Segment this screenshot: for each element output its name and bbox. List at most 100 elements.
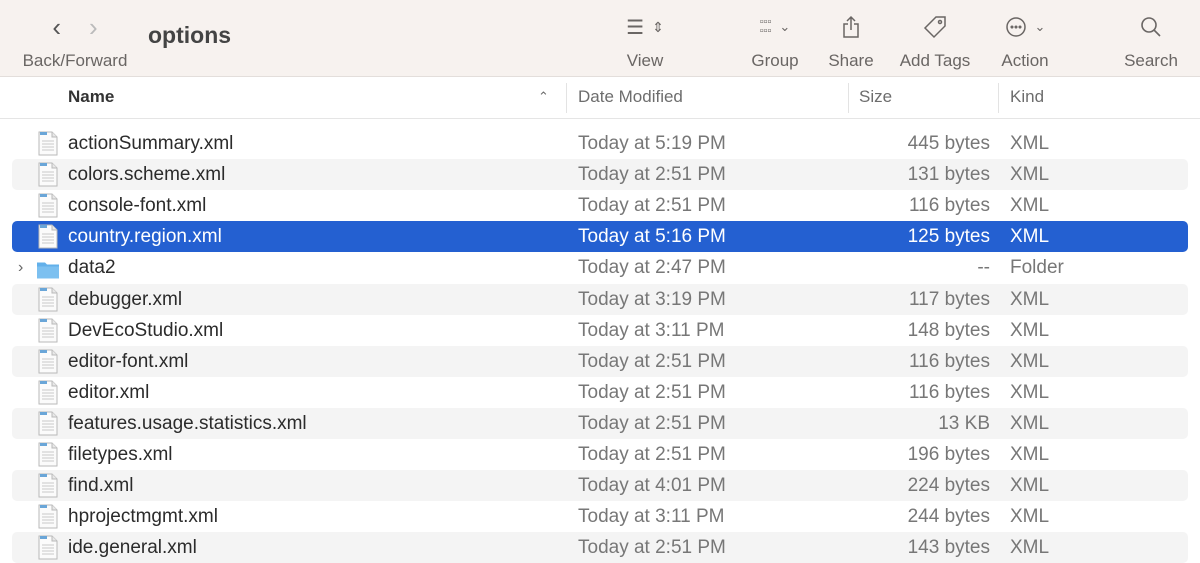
sort-ascending-icon: ⌃ <box>538 89 549 104</box>
back-button[interactable]: ‹ <box>52 12 61 43</box>
file-size: 143 bytes <box>907 537 990 559</box>
file-date-modified: Today at 3:11 PM <box>578 319 725 341</box>
file-name: console-font.xml <box>68 195 207 217</box>
action-label: Action <box>1001 51 1049 70</box>
file-name: actionSummary.xml <box>68 133 234 154</box>
more-circle-icon <box>1005 17 1026 37</box>
file-name: editor-font.xml <box>68 350 189 372</box>
column-name[interactable]: Name <box>68 77 114 119</box>
file-kind: XML <box>1010 288 1050 310</box>
xml-file-icon <box>38 193 58 218</box>
file-row[interactable]: filetypes.xml Today at 2:51 PM 196 bytes XM… <box>12 439 1188 470</box>
share-label: Share <box>828 51 874 70</box>
file-row[interactable]: console-font.xml Today at 2:51 PM 116 byte… <box>12 190 1188 221</box>
search-button[interactable]: Search <box>1118 0 1184 77</box>
file-kind: XML <box>1010 195 1050 217</box>
column-date-modified[interactable]: Date Modified <box>578 77 683 119</box>
file-size: 131 bytes <box>907 164 990 186</box>
file-size: 116 bytes <box>909 381 990 403</box>
forward-button[interactable]: › <box>89 12 98 43</box>
file-name: find.xml <box>68 475 134 497</box>
xml-file-icon <box>38 318 58 343</box>
group-grid-icon: ▫▫▫ ▫▫▫ <box>759 16 772 37</box>
file-date-modified: Today at 2:51 PM <box>578 350 726 372</box>
file-row[interactable]: ide.general.xml Today at 2:51 PM 143 bytes… <box>12 532 1188 563</box>
xml-file-icon <box>38 287 58 311</box>
file-kind: XML <box>1010 412 1050 434</box>
window-title: options <box>148 22 232 48</box>
file-date-modified: Today at 3:11 PM <box>578 506 725 528</box>
file-size: 116 bytes <box>909 195 990 217</box>
back-forward-control: ‹ › Back/Forward <box>14 0 136 77</box>
xml-file-icon <box>38 504 58 529</box>
file-date-modified: Today at 2:51 PM <box>578 444 726 465</box>
column-size[interactable]: Size <box>859 77 892 119</box>
file-row[interactable]: › data2 Today at 2:47 PM -- Folder <box>12 252 1188 283</box>
file-name: filetypes.xml <box>68 444 173 465</box>
chevron-updown-icon: ⇕ <box>652 18 664 35</box>
file-size: 116 bytes <box>909 350 990 372</box>
column-divider[interactable] <box>848 83 849 113</box>
file-size: 445 bytes <box>907 133 990 154</box>
file-kind: Folder <box>1010 257 1064 279</box>
file-row[interactable]: editor-font.xml Today at 2:51 PM 116 bytes… <box>12 345 1188 377</box>
file-kind: XML <box>1010 475 1050 497</box>
file-name: features.usage.statistics.xml <box>68 412 307 434</box>
group-label: Group <box>751 51 799 70</box>
action-button[interactable]: ⌄ Action <box>994 0 1056 77</box>
file-size: 13 KB <box>938 412 990 434</box>
file-name: colors.scheme.xml <box>68 164 226 186</box>
disclosure-chevron-icon[interactable]: › <box>18 252 23 283</box>
file-row[interactable]: editor.xml Today at 2:51 PM 116 bytes XML <box>12 377 1188 408</box>
file-kind: XML <box>1010 350 1050 372</box>
xml-file-icon <box>38 380 58 405</box>
file-name: country.region.xml <box>68 226 222 248</box>
file-name: debugger.xml <box>68 288 183 310</box>
chevron-down-icon: ⌄ <box>779 19 791 34</box>
file-date-modified: Today at 5:19 PM <box>578 133 726 154</box>
file-row[interactable]: actionSummary.xml Today at 5:19 PM 445 byt… <box>12 128 1188 159</box>
file-row[interactable]: find.xml Today at 4:01 PM 224 bytes XML <box>12 470 1188 502</box>
search-label: Search <box>1124 51 1178 70</box>
column-kind[interactable]: Kind <box>1010 77 1044 119</box>
file-row[interactable]: colors.scheme.xml Today at 2:51 PM 131 byt… <box>12 159 1188 191</box>
file-kind: XML <box>1010 381 1050 403</box>
file-kind: XML <box>1010 444 1050 465</box>
file-row[interactable]: DevEcoStudio.xml Today at 3:11 PM 148 byte… <box>12 315 1188 346</box>
xml-file-icon <box>38 473 58 498</box>
file-name: editor.xml <box>68 381 150 403</box>
file-size: 117 bytes <box>909 288 990 310</box>
file-date-modified: Today at 2:51 PM <box>578 412 726 434</box>
file-kind: XML <box>1010 133 1050 154</box>
file-size: 125 bytes <box>907 226 990 248</box>
column-divider[interactable] <box>998 83 999 113</box>
back-forward-label: Back/Forward <box>22 51 128 70</box>
file-kind: XML <box>1010 537 1050 559</box>
file-row[interactable]: country.region.xml Today at 5:16 PM 125 by… <box>12 221 1188 253</box>
xml-file-icon <box>38 411 58 436</box>
xml-file-icon <box>38 131 58 156</box>
file-name: data2 <box>68 257 116 279</box>
share-icon <box>843 15 859 38</box>
xml-file-icon <box>38 442 58 467</box>
tag-icon <box>923 16 946 39</box>
file-row[interactable]: debugger.xml Today at 3:19 PM 117 bytes XML <box>12 283 1188 315</box>
file-size: -- <box>977 257 990 279</box>
xml-file-icon <box>38 535 58 560</box>
share-button[interactable]: Share <box>822 0 880 77</box>
file-size: 224 bytes <box>907 475 990 497</box>
group-button[interactable]: ▫▫▫ ▫▫▫ ⌄ Group <box>742 0 808 77</box>
file-name: hprojectmgmt.xml <box>68 506 218 528</box>
list-view-icon: ☰ <box>626 16 645 39</box>
file-row[interactable]: features.usage.statistics.xml Today at 2:… <box>12 407 1188 439</box>
file-date-modified: Today at 2:51 PM <box>578 164 726 186</box>
file-size: 148 bytes <box>907 319 990 341</box>
view-button[interactable]: ☰ ⇕ View <box>610 0 680 77</box>
add-tags-button[interactable]: Add Tags <box>894 0 976 77</box>
file-row[interactable]: hprojectmgmt.xml Today at 3:11 PM 244 byte… <box>12 501 1188 532</box>
column-divider[interactable] <box>566 83 567 113</box>
file-size: 196 bytes <box>907 444 990 465</box>
file-size: 244 bytes <box>907 506 990 528</box>
add-tags-label: Add Tags <box>899 51 971 70</box>
toolbar: ‹ › Back/Forward options ☰ ⇕ View ▫▫▫ ▫▫▫ ⌄… <box>0 0 1200 77</box>
